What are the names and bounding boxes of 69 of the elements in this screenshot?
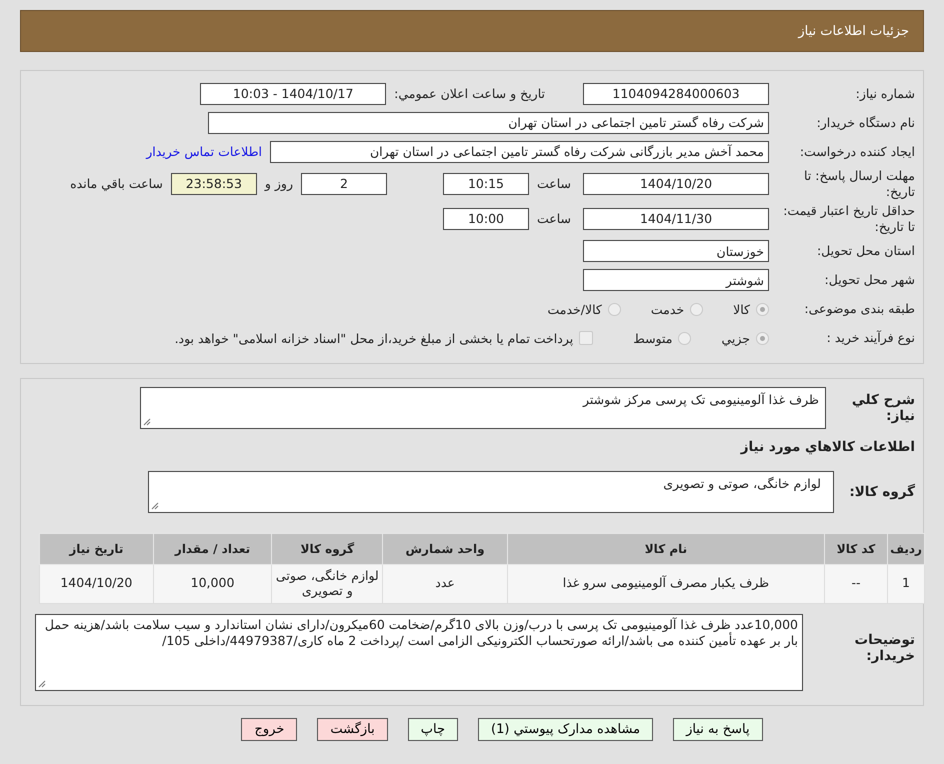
city-field[interactable]: شوشتر xyxy=(583,269,769,291)
radio-button[interactable] xyxy=(678,332,692,344)
description-field[interactable]: ظرف غذا آلومینیومی تک پرسی مرکز شوشتر xyxy=(140,386,826,428)
action-button[interactable]: مشاهده مدارک پیوستي (1) xyxy=(478,718,654,740)
action-button[interactable]: خروج xyxy=(241,718,298,740)
requester-field[interactable]: محمد آخش مدیر بازرگانی شرکت رفاه گستر تامین اجتماعی در استان تهران xyxy=(270,140,769,162)
field-label: شهر محل تحویل: xyxy=(824,272,916,288)
field-label: ساعت xyxy=(536,176,571,192)
resize-grip-icon[interactable] xyxy=(143,418,151,426)
page-header: جزئیات اطلاعات نیاز xyxy=(20,10,924,52)
action-button[interactable]: چاپ xyxy=(408,718,458,740)
radio-button[interactable] xyxy=(756,332,769,344)
field-label: مهلت ارسال پاسخ: تا تاریخ: xyxy=(803,168,916,200)
buyer-notes-field[interactable]: 10,000عدد ظرف غذا آلومینیومی تک پرسی با درب/وزن بالای 10گرم/ضخامت 60میکرون/دارای نشان استاندارد و سیب سلامت باشد/هزینه حمل بار بر عهده تأمین کننده می باشد/ارائه صورتحساب الکترونیکی الزامی است /پرداخت 2 ماه کاری/44979387/داخلی 105/ xyxy=(35,614,803,690)
deadline-time-field[interactable]: 10:15 xyxy=(442,172,529,195)
column-header: گروه کالا xyxy=(272,533,383,564)
need-number-field[interactable]: 1104094284000603 xyxy=(583,82,769,104)
resize-grip-icon[interactable] xyxy=(151,502,159,510)
field-label: گروه کالا: xyxy=(848,484,916,500)
table-cell: 10,000 xyxy=(153,564,272,603)
field-label: ایجاد کننده درخواست: xyxy=(798,144,916,160)
radio-button[interactable] xyxy=(690,302,704,316)
radio-button[interactable] xyxy=(608,302,621,316)
field-label: طبقه بندی موضوعی: xyxy=(803,301,916,317)
validity-date-field[interactable]: 1404/11/30 xyxy=(583,208,769,230)
buyer-field[interactable]: شرکت رفاه گستر تامین اجتماعی در استان تهران xyxy=(208,112,769,134)
radio-label: جزيي xyxy=(721,330,750,346)
table-cell: -- xyxy=(824,564,888,603)
table-cell: 1404/10/20 xyxy=(40,564,154,603)
field-label: ساعت باقي مانده xyxy=(70,176,163,192)
column-header: نام کالا xyxy=(507,533,825,564)
action-button[interactable]: پاسخ به نیاز xyxy=(673,718,763,740)
table-cell: 1 xyxy=(888,564,924,603)
radio-button[interactable] xyxy=(756,302,769,316)
radio-label: متوسط xyxy=(633,330,672,346)
column-header: واحد شمارش xyxy=(382,533,508,564)
remaining-time-field[interactable]: 23:58:53 xyxy=(170,172,257,195)
action-button[interactable]: بازگشت xyxy=(317,718,388,740)
province-field[interactable]: خوزستان xyxy=(583,240,769,262)
field-label: نوع فرآیند خرید : xyxy=(826,330,916,346)
field-label: شماره نیاز: xyxy=(854,86,916,102)
field-label: روز و xyxy=(264,176,293,192)
days-field[interactable]: 2 xyxy=(300,172,387,195)
field-label: تاریخ و ساعت اعلان عمومي: xyxy=(394,86,545,101)
announce-date-field[interactable]: 1404/10/17 - 10:03 xyxy=(200,82,386,104)
radio-label: خدمت xyxy=(650,302,684,316)
field-label: استان محل تحویل: xyxy=(816,243,916,259)
field-label: توضیحات خریدار: xyxy=(854,630,916,664)
field-label: نام دستگاه خریدار: xyxy=(816,114,916,130)
buyer-contact-link[interactable]: اطلاعات تماس خریدار xyxy=(146,144,262,159)
column-header: ردیف xyxy=(888,533,924,564)
column-header: تاریخ نیاز xyxy=(40,533,154,564)
resize-grip-icon[interactable] xyxy=(38,680,46,688)
validity-time-field[interactable]: 10:00 xyxy=(442,208,529,230)
table-cell: لوازم خانگی، صوتی و تصویری xyxy=(272,564,383,603)
section-heading: اطلاعات کالاهاي مورد نیاز xyxy=(739,438,916,454)
field-label: حداقل تاریخ اعتبار قیمت: تا تاریخ: xyxy=(782,203,916,234)
table-cell: ظرف یکبار مصرف آلومینیومی سرو غذا xyxy=(507,564,825,603)
radio-label: کالا xyxy=(733,302,750,316)
field-label: ساعت xyxy=(536,211,571,226)
checkbox[interactable] xyxy=(579,331,594,345)
column-header: تعداد / مقدار xyxy=(153,533,272,564)
deadline-date-field[interactable]: 1404/10/20 xyxy=(583,172,769,195)
goods-group-field[interactable]: لوازم خانگی، صوتی و تصویری xyxy=(148,470,834,512)
column-header: کد کالا xyxy=(824,533,888,564)
field-label: شرح کلي نیاز: xyxy=(850,392,916,424)
radio-label: کالا/خدمت xyxy=(547,302,602,316)
checkbox-label: پرداخت تمام یا بخشی از مبلغ خرید،از محل "اسناد خزانه اسلامی" خواهد بود. xyxy=(174,330,574,346)
table-cell: عدد xyxy=(382,564,508,603)
